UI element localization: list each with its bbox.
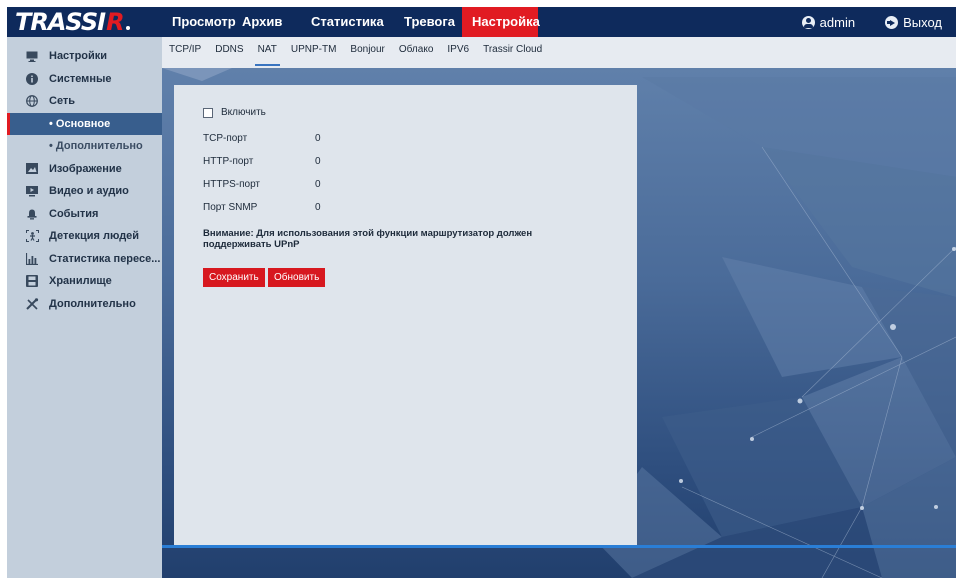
logout-icon (885, 15, 899, 29)
sidebar-item-label: События (49, 207, 99, 220)
nav-view[interactable]: Просмотр (161, 7, 236, 37)
subtab-bar: TCP/IP DDNS NAT UPNP-TM Bonjour Облако I… (162, 37, 956, 68)
tab-ddns[interactable]: DDNS (208, 37, 250, 68)
sidebar-item-label: Сеть (49, 95, 76, 108)
top-bar: TRASSI R Просмотр Архив Статистика Трево… (7, 7, 956, 37)
app-frame: TRASSI R Просмотр Архив Статистика Трево… (7, 7, 956, 578)
sidebar-item-label: Изображение (49, 162, 122, 175)
sidebar-item-label: Видео и аудио (49, 185, 129, 198)
enable-row: Включить (203, 107, 266, 118)
sidebar-item-people-detection[interactable]: Детекция людей (7, 225, 162, 248)
logo-text: TRASSI (15, 8, 106, 36)
snmp-port-value: 0 (315, 202, 321, 213)
http-port-label: HTTP-порт (203, 156, 254, 167)
sidebar-item-advanced-network[interactable]: • Дополнительно (7, 135, 162, 158)
nav-settings[interactable]: Настройка (462, 7, 540, 37)
user-area: admin Выход (772, 7, 942, 37)
tab-tcpip[interactable]: TCP/IP (162, 37, 208, 68)
sidebar-item-basic[interactable]: • Основное (7, 112, 162, 135)
sidebar-item-settings[interactable]: Настройки (7, 45, 162, 68)
save-button[interactable]: Сохранить (203, 268, 265, 287)
sidebar-item-label: Системные (49, 72, 112, 85)
tab-nat[interactable]: NAT (251, 37, 284, 68)
disk-icon (23, 275, 41, 288)
tab-cloud[interactable]: Облако (392, 37, 441, 68)
user-icon (801, 15, 815, 29)
tab-upnp-tm[interactable]: UPNP-TM (284, 37, 344, 68)
sidebar-item-label: Детекция людей (49, 230, 140, 243)
sidebar-item-label: Настройки (49, 50, 108, 63)
sidebar-item-label: Дополнительно (49, 297, 136, 310)
user-menu[interactable]: admin (801, 14, 856, 30)
sidebar-item-advanced[interactable]: Дополнительно (7, 293, 162, 316)
tab-trassir-cloud[interactable]: Trassir Cloud (476, 37, 549, 68)
monitor-icon (23, 51, 41, 62)
sidebar-item-crossing-stats[interactable]: Статистика пересе... (7, 248, 162, 271)
sidebar-item-label: Хранилище (49, 275, 112, 288)
top-nav: Просмотр Архив Статистика Тревога Настро… (161, 7, 540, 37)
sidebar-item-system[interactable]: Системные (7, 68, 162, 91)
sidebar: Настройки Системные Сеть • Основное • До… (7, 37, 162, 578)
user-name: admin (819, 14, 856, 30)
tcp-port-value: 0 (315, 133, 321, 144)
https-port-value: 0 (315, 179, 321, 190)
bottom-accent-line (162, 545, 956, 548)
nav-alarm[interactable]: Тревога (392, 7, 462, 37)
person-detect-icon (23, 230, 41, 243)
image-icon (23, 163, 41, 175)
upnp-warning: Внимание: Для использования этой функции… (203, 228, 533, 250)
nat-settings-panel: Включить TCP-порт 0 HTTP-порт 0 HTTPS-по… (174, 85, 637, 545)
http-port-value: 0 (315, 156, 321, 167)
sidebar-item-storage[interactable]: Хранилище (7, 270, 162, 293)
tcp-port-label: TCP-порт (203, 133, 248, 144)
enable-checkbox[interactable] (203, 107, 213, 118)
enable-label: Включить (221, 107, 266, 118)
sidebar-item-label: Статистика пересе... (49, 252, 161, 265)
globe-icon (23, 95, 41, 108)
content-area: TCP/IP DDNS NAT UPNP-TM Bonjour Облако I… (162, 37, 956, 578)
logout-label: Выход (903, 14, 942, 30)
logo-dot (125, 26, 130, 30)
refresh-button[interactable]: Обновить (268, 268, 326, 287)
tab-bonjour[interactable]: Bonjour (343, 37, 391, 68)
trassir-logo: TRASSI R (15, 7, 130, 37)
sidebar-item-video-audio[interactable]: Видео и аудио (7, 180, 162, 203)
sidebar-item-events[interactable]: События (7, 203, 162, 226)
sidebar-item-network[interactable]: Сеть (7, 90, 162, 113)
snmp-port-label: Порт SNMP (203, 202, 258, 213)
sidebar-item-label: • Основное (49, 117, 111, 130)
logo-accent: R (106, 8, 125, 36)
video-icon (23, 185, 41, 197)
tab-ipv6[interactable]: IPV6 (440, 37, 476, 68)
tools-icon (23, 297, 41, 310)
sidebar-item-label: • Дополнительно (49, 140, 143, 153)
info-icon (23, 72, 41, 85)
sidebar-item-image[interactable]: Изображение (7, 158, 162, 181)
stats-icon (23, 252, 41, 265)
nav-statistics[interactable]: Статистика (301, 7, 392, 37)
logout-button[interactable]: Выход (885, 15, 942, 30)
bell-icon (23, 208, 41, 220)
https-port-label: HTTPS-порт (203, 179, 261, 190)
nav-archive[interactable]: Архив (231, 7, 301, 37)
